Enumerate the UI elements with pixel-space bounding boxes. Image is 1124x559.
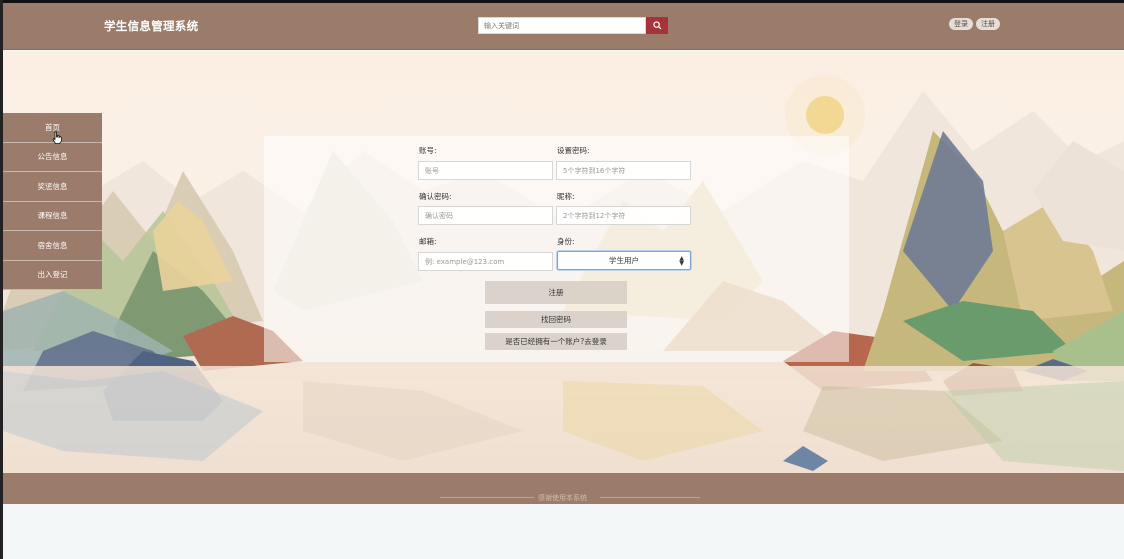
role-label: 身份:	[557, 237, 575, 246]
recover-password-button[interactable]: 找回密码	[485, 311, 627, 328]
login-button[interactable]: 登录	[949, 18, 973, 30]
search-input[interactable]	[478, 17, 646, 34]
search-icon	[652, 21, 662, 30]
sidebar-item-dorms[interactable]: 宿舍信息	[3, 231, 102, 261]
role-select-value: 学生用户	[609, 256, 639, 265]
sidebar-item-rewards[interactable]: 奖惩信息	[3, 172, 102, 202]
registration-panel: 账号: 设置密码: 确认密码: 昵称: 邮箱: 身份: 学生用户 ▲▼ 注册 找…	[264, 136, 849, 362]
confirm-password-label: 确认密码:	[419, 192, 452, 201]
register-submit-button[interactable]: 注册	[485, 281, 627, 304]
go-login-button[interactable]: 是否已经拥有一个账户?去登录	[485, 333, 627, 350]
role-select[interactable]: 学生用户 ▲ ▼	[557, 251, 691, 270]
nickname-label: 昵称:	[557, 192, 575, 201]
account-input[interactable]	[418, 161, 553, 180]
search-bar	[478, 17, 668, 34]
sidebar-item-announcements[interactable]: 公告信息	[3, 142, 102, 172]
search-button[interactable]	[646, 17, 668, 34]
sidebar-item-courses[interactable]: 课程信息	[3, 201, 102, 231]
email-input[interactable]	[418, 252, 553, 271]
auth-buttons: 登录 注册	[949, 18, 1000, 30]
site-title[interactable]: 学生信息管理系统	[104, 18, 198, 34]
footer-divider-left	[440, 497, 534, 498]
footer-text: 感谢使用本系统	[538, 494, 587, 502]
confirm-password-input[interactable]	[418, 206, 553, 225]
nickname-input[interactable]	[556, 206, 691, 225]
footer: 感谢使用本系统	[3, 473, 1124, 504]
password-label: 设置密码:	[557, 146, 590, 155]
password-input[interactable]	[556, 161, 691, 180]
sidebar-item-access-log[interactable]: 出入登记	[3, 260, 102, 290]
page-bottom-area	[3, 504, 1124, 559]
top-header: 学生信息管理系统 登录 注册	[3, 3, 1124, 50]
updown-chevron-icon: ▲ ▼	[679, 255, 684, 267]
footer-divider-right	[600, 497, 700, 498]
email-label: 邮箱:	[419, 237, 437, 246]
account-label: 账号:	[419, 146, 437, 155]
hand-cursor-icon	[52, 131, 62, 144]
register-button[interactable]: 注册	[976, 18, 1000, 30]
